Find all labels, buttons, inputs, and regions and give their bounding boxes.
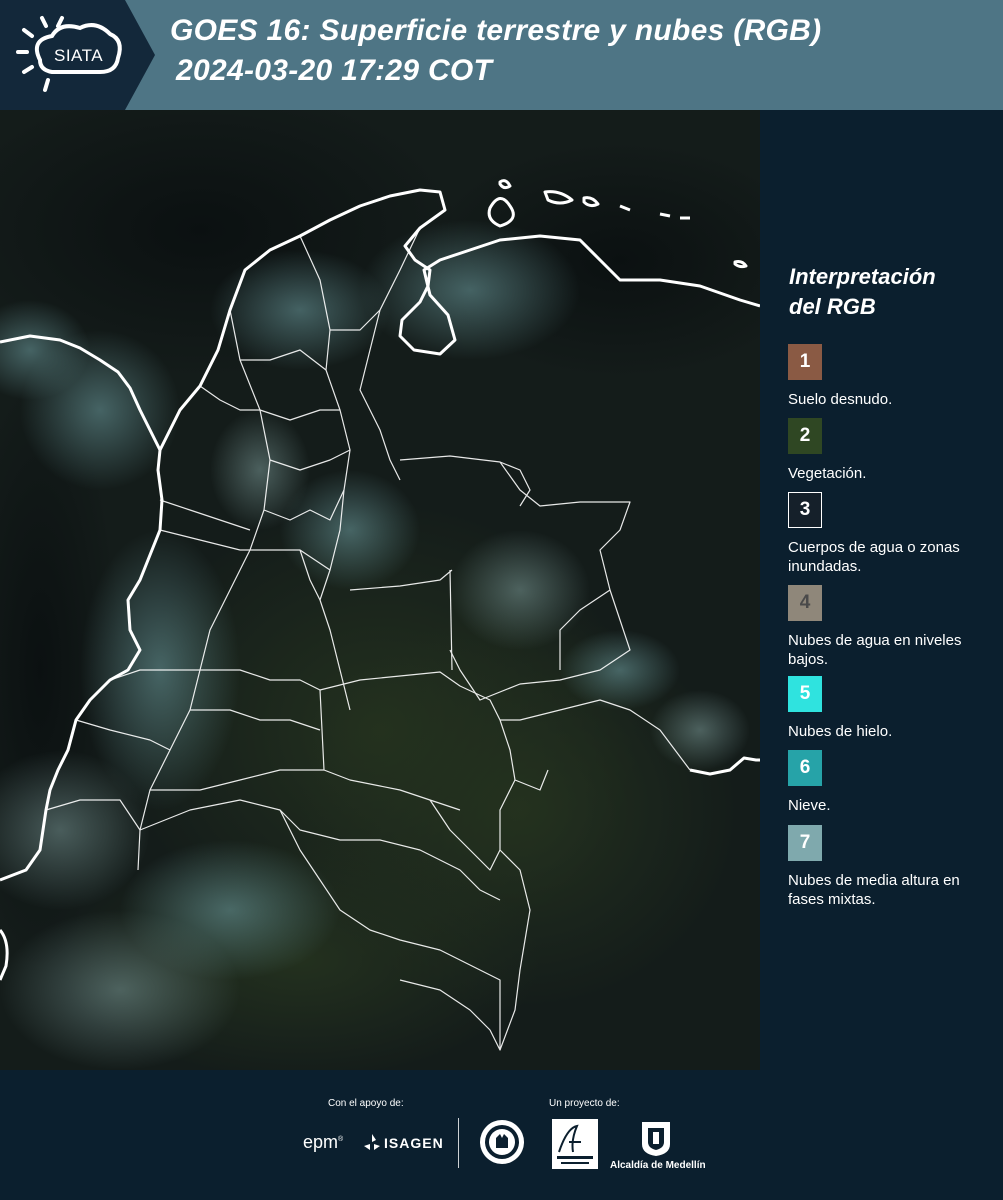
legend-label: Nieve.: [788, 797, 831, 814]
legend-swatch: 3: [788, 492, 822, 528]
legend-swatch: 7: [788, 825, 822, 861]
isagen-logo: ISAGEN: [362, 1132, 443, 1154]
legend-label: Nubes de agua en niveles bajos.: [788, 632, 962, 668]
page-timestamp: 2024-03-20 17:29 COT: [176, 54, 493, 87]
legend-swatch: 2: [788, 418, 822, 454]
legend-title: Interpretación del RGB: [789, 262, 999, 322]
epm-logo-text: epm: [303, 1132, 339, 1152]
logo-text: SIATA: [54, 46, 104, 65]
header-bar: SIATA GOES 16: Superficie terrestre y nu…: [0, 0, 1003, 110]
legend-label: Nubes de media altura en fases mixtas.: [788, 872, 960, 908]
legend-label: Vegetación.: [788, 465, 867, 482]
coat-of-arms-icon: [642, 1122, 670, 1156]
alcaldia-text: Alcaldía de Medellín: [610, 1160, 706, 1171]
university-seal-icon: [480, 1120, 524, 1164]
legend-swatch: 1: [788, 344, 822, 380]
legend-label: Nubes de hielo.: [788, 723, 893, 740]
legend-title-line2: del RGB: [789, 294, 876, 319]
support-caption: Con el apoyo de:: [328, 1098, 404, 1109]
isagen-logo-text: ISAGEN: [384, 1135, 444, 1151]
legend-swatch: 5: [788, 676, 822, 712]
alcaldia-medellin-logo: Alcaldía de Medellín: [610, 1118, 706, 1174]
legend-title-line1: Interpretación: [789, 264, 936, 289]
epm-logo: epm®: [303, 1132, 344, 1152]
satellite-rgb-image: [0, 110, 760, 1070]
page-title: GOES 16: Superficie terrestre y nubes (R…: [170, 14, 822, 47]
footer-divider: [458, 1118, 459, 1168]
legend-label: Suelo desnudo.: [788, 391, 893, 408]
satellite-map: [0, 110, 760, 1070]
project-caption: Un proyecto de:: [549, 1098, 620, 1109]
area-metropolitana-logo-icon: [552, 1119, 598, 1169]
legend-label: Cuerpos de agua o zonas inundadas.: [788, 539, 960, 575]
rgb-legend: Interpretación del RGB 1 Suelo desnudo. …: [760, 110, 1003, 1070]
siata-logo: SIATA: [0, 0, 160, 110]
legend-swatch: 6: [788, 750, 822, 786]
legend-swatch: 4: [788, 585, 822, 621]
isagen-mark-icon: [364, 1134, 380, 1150]
footer: Con el apoyo de: Un proyecto de: epm® IS…: [0, 1070, 1003, 1200]
